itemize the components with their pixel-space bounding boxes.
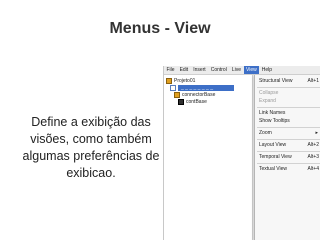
- menu-item-label: Zoom: [259, 130, 272, 136]
- tree-item-document[interactable]: _ _ _ _ _ _ _ _: [170, 85, 234, 91]
- menu-separator: [257, 151, 320, 152]
- menu-item-show-tooltips[interactable]: Show Tooltips: [255, 118, 320, 125]
- view-menu-dropdown: Structural View Alt+1 Collapse Expand Li…: [254, 75, 320, 240]
- menubar: File Edit Insert Control Live View Help: [164, 66, 320, 75]
- menu-item-shortcut: Alt+2: [307, 142, 319, 148]
- menu-item-textual-view[interactable]: Textual View Alt+4: [255, 166, 320, 173]
- menu-control[interactable]: Control: [208, 66, 229, 74]
- file-icon: [178, 99, 184, 105]
- menu-view[interactable]: View: [243, 66, 260, 74]
- document-icon: [170, 85, 176, 91]
- slide-title: Menus - View: [109, 20, 211, 37]
- app-screenshot: File Edit Insert Control Live View Help …: [163, 66, 320, 240]
- menu-item-shortcut: Alt+4: [307, 166, 319, 172]
- menu-item-temporal-view[interactable]: Temporal View Alt+3: [255, 154, 320, 161]
- menu-item-zoom[interactable]: Zoom ▸: [255, 130, 320, 137]
- menu-separator: [257, 87, 320, 88]
- project-tree: Projeto01 _ _ _ _ _ _ _ _ connectorBase …: [164, 75, 253, 240]
- menu-live[interactable]: Live: [229, 66, 243, 74]
- menu-item-label: Show Tooltips: [259, 118, 290, 124]
- menu-item-label: Expand: [259, 98, 276, 104]
- menu-item-label: Link Names: [259, 110, 286, 116]
- tree-item-label: Projeto01: [174, 78, 196, 84]
- slide-caption: Define a exibição das visões, como també…: [22, 115, 160, 180]
- menu-separator: [257, 139, 320, 140]
- menu-item-label: Collapse: [259, 90, 279, 96]
- folder-icon: [174, 92, 180, 98]
- menu-item-label: Layout View: [259, 142, 287, 148]
- menu-separator: [257, 107, 320, 108]
- tree-item-file[interactable]: contBase: [178, 99, 207, 105]
- menu-file[interactable]: File: [164, 66, 177, 74]
- menu-insert[interactable]: Insert: [191, 66, 209, 74]
- menu-item-link-names[interactable]: Link Names: [255, 110, 320, 117]
- tree-item-label: _ _ _ _ _ _ _ _: [178, 85, 234, 91]
- menu-item-structural-view[interactable]: Structural View Alt+1: [255, 78, 320, 85]
- menu-item-label: Structural View: [259, 78, 293, 84]
- menu-item-layout-view[interactable]: Layout View Alt+2: [255, 142, 320, 149]
- project-icon: [166, 78, 172, 84]
- tree-item-project[interactable]: Projeto01: [166, 78, 195, 84]
- menu-separator: [257, 127, 320, 128]
- menu-help[interactable]: Help: [259, 66, 274, 74]
- menu-item-label: Textual View: [259, 166, 287, 172]
- menu-item-label: Temporal View: [259, 154, 292, 160]
- menu-item-shortcut: Alt+3: [307, 154, 319, 160]
- menu-item-expand: Expand: [255, 98, 320, 105]
- tree-item-connector[interactable]: connectorBase: [174, 92, 215, 98]
- menu-separator: [257, 163, 320, 164]
- menu-edit[interactable]: Edit: [177, 66, 191, 74]
- menu-item-collapse: Collapse: [255, 90, 320, 97]
- tree-item-label: contBase: [186, 99, 207, 105]
- chevron-right-icon: ▸: [315, 130, 318, 136]
- menu-item-shortcut: Alt+1: [307, 78, 319, 84]
- tree-item-label: connectorBase: [182, 92, 216, 98]
